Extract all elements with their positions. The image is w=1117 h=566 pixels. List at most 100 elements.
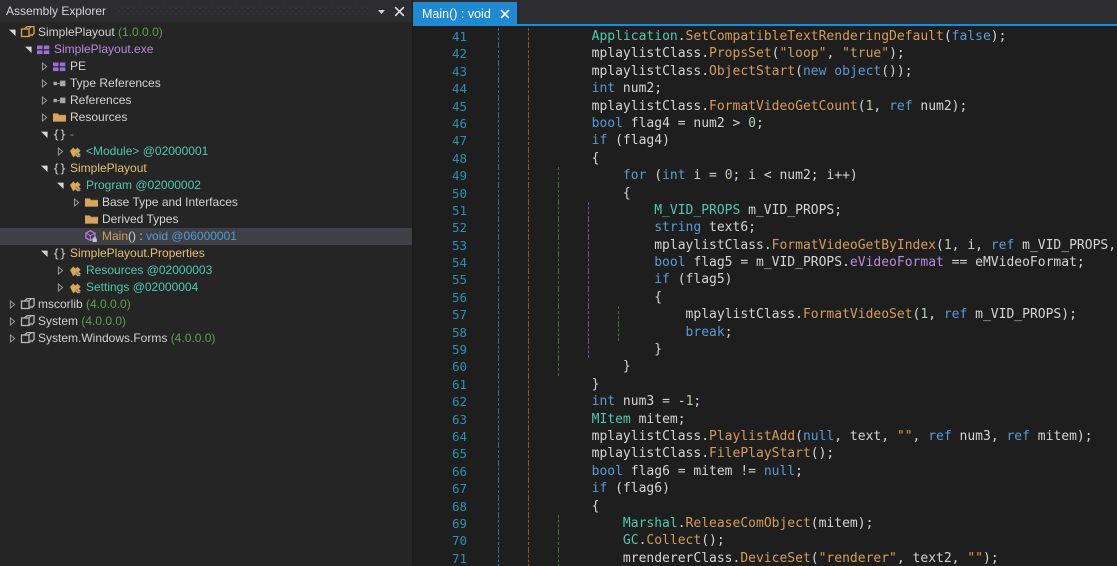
tree-item-mscorlib[interactable]: mscorlib (4.0.0.0): [0, 296, 412, 313]
chevron-right-icon[interactable]: [54, 143, 67, 160]
tree-item-main[interactable]: Main() : void @06000001: [0, 228, 412, 245]
code-token: (: [795, 64, 803, 79]
code-token: (: [646, 168, 662, 183]
indent-guide: [588, 341, 589, 358]
decompiler-window: Assembly Explorer SimplePlayout (1.0.0.0…: [0, 0, 1117, 566]
indent-guide: [498, 532, 499, 549]
code-line: 67 if (flag6): [413, 480, 1117, 497]
tree-item-system-windows-forms[interactable]: System.Windows.Forms (4.0.0.0): [0, 330, 412, 347]
code-token: [529, 203, 654, 218]
code-token: for: [623, 168, 646, 183]
code-token: text6;: [701, 220, 756, 235]
indent-guide: [558, 167, 559, 184]
tree-item-item[interactable]: {}-: [0, 126, 412, 143]
chevron-right-icon[interactable]: [6, 330, 19, 347]
line-number: 62: [413, 393, 475, 410]
tree-item-system[interactable]: System (4.0.0.0): [0, 313, 412, 330]
indent-guide: [498, 428, 499, 445]
indent-guide: [498, 341, 499, 358]
svg-text:{}: {}: [53, 246, 67, 260]
code-token: );: [889, 46, 905, 61]
assembly-icon: [19, 24, 36, 41]
indent-guide: [588, 289, 589, 306]
chevron-right-icon[interactable]: [54, 279, 67, 296]
indent-guide: [528, 98, 529, 115]
indent-guide: [528, 28, 529, 45]
indent-guide: [588, 202, 589, 219]
code-token: m_VID_PROPS,: [1014, 238, 1117, 253]
code-token: num2);: [913, 99, 968, 114]
panel-drag-grip[interactable]: [116, 7, 368, 16]
chevron-right-icon[interactable]: [6, 296, 19, 313]
chevron-down-icon[interactable]: [38, 160, 51, 177]
indent-guide: [498, 167, 499, 184]
line-number: 53: [413, 237, 475, 254]
tree-item-resources[interactable]: Resources @02000003: [0, 262, 412, 279]
tree-item-simpleplayout-properties[interactable]: {}SimplePlayout.Properties: [0, 245, 412, 262]
tree-label-part: void: [146, 229, 171, 243]
indent-guide: [498, 219, 499, 236]
code-token: PlaylistAdd: [709, 429, 795, 444]
code-line: 56 {: [413, 289, 1117, 306]
chevron-right-icon[interactable]: [38, 75, 51, 92]
tree-item-derived-types[interactable]: Derived Types: [0, 211, 412, 228]
tree-label-part: (1.0.0.0): [118, 25, 163, 39]
tree-item-simpleplayout-exe[interactable]: SimplePlayout.exe: [0, 41, 412, 58]
chevron-down-icon[interactable]: [22, 41, 35, 58]
code-editor[interactable]: 41 Application.SetCompatibleTextRenderin…: [413, 26, 1117, 566]
close-icon[interactable]: [390, 2, 408, 20]
indent-guide: [498, 237, 499, 254]
indent-guide: [558, 185, 559, 202]
tab-main-method[interactable]: Main() : void: [413, 2, 517, 26]
chevron-down-icon[interactable]: [38, 245, 51, 262]
code-token: }: [529, 342, 662, 357]
code-token: [529, 220, 654, 235]
indent-guide: [588, 219, 589, 236]
code-token: [529, 46, 592, 61]
chevron-right-icon[interactable]: [38, 92, 51, 109]
tree-item-settings[interactable]: Settings @02000004: [0, 279, 412, 296]
indent-guide: [558, 358, 559, 375]
tree-item-module[interactable]: <Module> @02000001: [0, 143, 412, 160]
tree-item-label: SimplePlayout (1.0.0.0): [38, 24, 163, 41]
assembly-tree[interactable]: SimplePlayout (1.0.0.0)SimplePlayout.exe…: [0, 22, 412, 566]
chevron-right-icon[interactable]: [54, 262, 67, 279]
indent-guide: [498, 498, 499, 515]
tree-item-base-type-and-interfaces[interactable]: Base Type and Interfaces: [0, 194, 412, 211]
code-token: (: [795, 429, 803, 444]
chevron-down-icon[interactable]: [372, 2, 390, 20]
code-token: [529, 116, 592, 131]
code-token: [529, 394, 592, 409]
chevron-right-icon[interactable]: [38, 58, 51, 75]
tree-label-part: Settings: [86, 280, 133, 294]
tree-item-type-references[interactable]: Type References: [0, 75, 412, 92]
chevron-right-icon[interactable]: [70, 194, 83, 211]
code-line-text: if (flag4): [475, 132, 670, 149]
tree-item-simpleplayout[interactable]: SimplePlayout (1.0.0.0): [0, 24, 412, 41]
code-token: .: [701, 446, 709, 461]
chevron-down-icon[interactable]: [54, 177, 67, 194]
tree-item-resources[interactable]: Resources: [0, 109, 412, 126]
code-token: mitem;: [631, 412, 686, 427]
code-token: int: [662, 168, 685, 183]
code-token: "true": [842, 46, 889, 61]
tree-label-part: References: [70, 93, 131, 107]
chevron-right-icon[interactable]: [6, 313, 19, 330]
chevron-down-icon[interactable]: [38, 126, 51, 143]
code-token: string: [654, 220, 701, 235]
code-line: 58 break;: [413, 324, 1117, 341]
code-token: [529, 255, 654, 270]
tree-item-references[interactable]: References: [0, 92, 412, 109]
indent-guide: [588, 306, 589, 323]
indent-guide: [498, 289, 499, 306]
chevron-down-icon[interactable]: [6, 24, 19, 41]
chevron-right-icon[interactable]: [38, 109, 51, 126]
tree-item-program[interactable]: Program @02000002: [0, 177, 412, 194]
code-token: null: [803, 429, 834, 444]
tree-item-simpleplayout[interactable]: {}SimplePlayout: [0, 160, 412, 177]
line-number: 43: [413, 63, 475, 80]
tree-item-pe[interactable]: PE: [0, 58, 412, 75]
tree-label-part: Derived Types: [102, 212, 178, 226]
close-icon[interactable]: [498, 7, 512, 21]
code-line: 66 bool flag6 = mitem != null;: [413, 463, 1117, 480]
